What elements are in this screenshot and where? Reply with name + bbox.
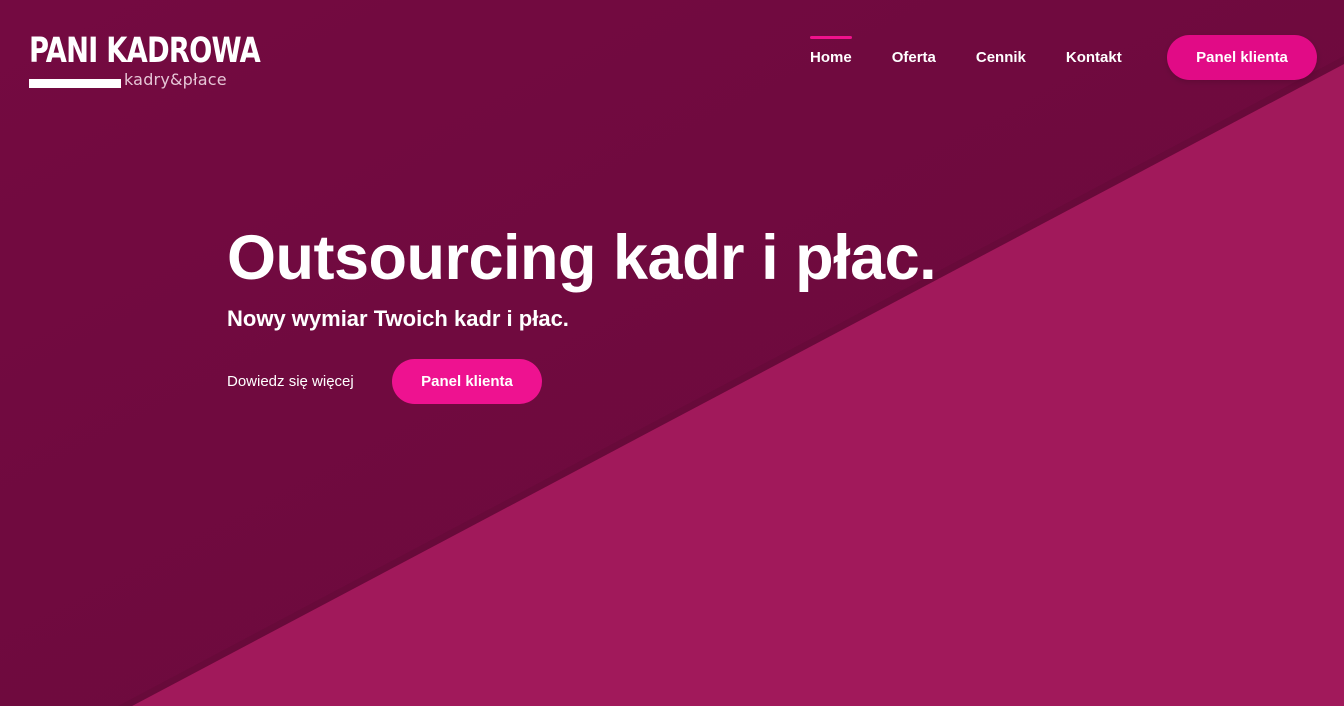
nav-item-oferta[interactable]: Oferta xyxy=(872,36,956,80)
logo-bar xyxy=(29,79,121,88)
nav-item-home[interactable]: Home xyxy=(790,36,872,80)
logo-title: PANI KADROWA xyxy=(29,31,261,71)
main-nav: Home Oferta Cennik Kontakt xyxy=(790,36,1142,80)
nav-item-cennik[interactable]: Cennik xyxy=(956,36,1046,80)
hero-subtitle: Nowy wymiar Twoich kadr i płac. xyxy=(227,306,569,331)
learn-more-link[interactable]: Dowiedz się więcej xyxy=(227,372,354,392)
client-panel-button-hero[interactable]: Panel klienta xyxy=(392,359,542,404)
client-panel-button-nav[interactable]: Panel klienta xyxy=(1167,35,1317,80)
logo-subtitle: kadry&płace xyxy=(124,70,227,89)
hero-background xyxy=(0,0,1344,706)
nav-item-kontakt[interactable]: Kontakt xyxy=(1046,36,1142,80)
logo[interactable]: PANI KADROWA kadry&płace xyxy=(29,32,261,94)
hero-title: Outsourcing kadr i płac. xyxy=(227,223,937,293)
